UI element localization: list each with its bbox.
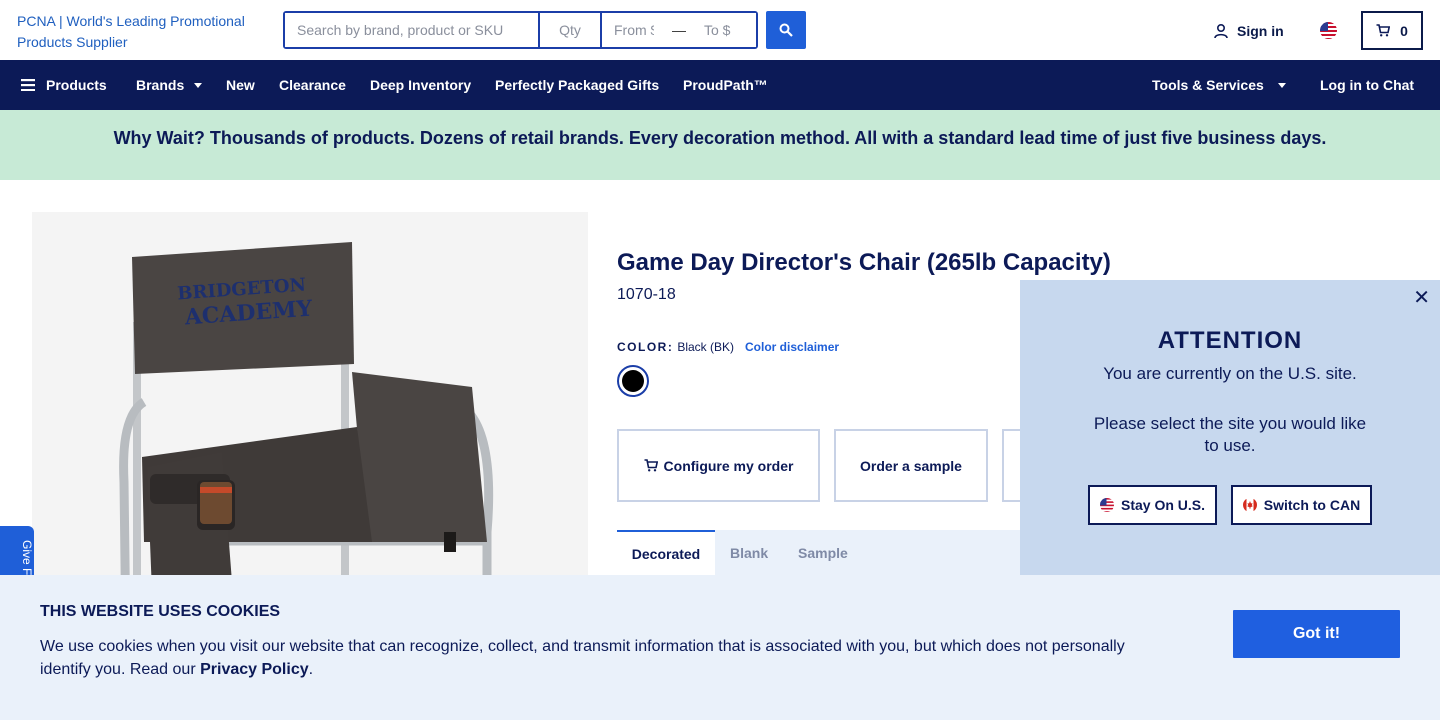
promo-text: Why Wait? Thousands of products. Dozens … [113, 127, 1327, 148]
color-label: COLOR: [617, 340, 674, 354]
search-input[interactable] [285, 13, 540, 47]
price-from-input[interactable] [602, 13, 666, 47]
sign-in-button[interactable]: Sign in [1213, 20, 1284, 42]
switch-can-button[interactable]: Switch to CAN [1231, 485, 1372, 525]
nav-products[interactable]: Products [21, 60, 107, 110]
main-nav: Products Brands New Clearance Deep Inven… [0, 60, 1440, 110]
switch-can-label: Switch to CAN [1263, 497, 1361, 513]
nav-brands[interactable]: Brands [136, 60, 203, 110]
chevron-down-icon [194, 82, 203, 88]
nav-tools-services[interactable]: Tools & Services [1152, 60, 1286, 110]
tab-decorated[interactable]: Decorated [617, 530, 715, 575]
chevron-down-icon [1277, 82, 1286, 88]
nav-new[interactable]: New [226, 60, 255, 110]
stay-us-button[interactable]: Stay On U.S. [1088, 485, 1217, 525]
nav-clearance[interactable]: Clearance [279, 60, 346, 110]
color-value: Black (BK) [677, 340, 735, 354]
order-sample-button[interactable]: Order a sample [834, 429, 988, 502]
price-to-input[interactable] [692, 13, 756, 47]
cookie-title: THIS WEBSITE USES COOKIES [40, 603, 281, 620]
attention-current-site: You are currently on the U.S. site. [1103, 364, 1357, 383]
cookie-text: We use cookies when you visit our websit… [40, 635, 1160, 681]
cookie-banner: THIS WEBSITE USES COOKIES We use cookies… [0, 575, 1440, 720]
nav-log-in-chat[interactable]: Log in to Chat [1320, 60, 1414, 110]
stay-us-label: Stay On U.S. [1120, 497, 1206, 513]
cart-button[interactable]: 0 [1361, 11, 1423, 50]
nav-proudpath[interactable]: ProudPath™ [683, 60, 768, 110]
nav-tools-services-label: Tools & Services [1152, 77, 1264, 93]
us-flag-icon[interactable] [1320, 22, 1337, 39]
swatch-fill [622, 370, 644, 392]
tab-sample[interactable]: Sample [798, 530, 848, 575]
canada-flag-icon [1242, 498, 1257, 512]
configure-order-button[interactable]: Configure my order [617, 429, 820, 502]
color-swatch-black[interactable] [617, 365, 649, 397]
configure-order-label: Configure my order [663, 457, 794, 474]
cart-count: 0 [1400, 22, 1408, 39]
attention-title: ATTENTION [1157, 327, 1303, 354]
close-icon[interactable]: ✕ [1413, 288, 1430, 308]
cookie-accept-button[interactable]: Got it! [1233, 610, 1400, 658]
menu-icon [21, 79, 35, 91]
nav-deep-inventory[interactable]: Deep Inventory [370, 60, 471, 110]
search-icon [779, 23, 793, 37]
promo-banner: Why Wait? Thousands of products. Dozens … [0, 110, 1440, 180]
privacy-policy-link[interactable]: Privacy Policy [200, 661, 309, 678]
us-flag-icon [1099, 498, 1114, 512]
nav-products-label: Products [46, 77, 107, 93]
cart-icon [644, 459, 658, 472]
nav-brands-label: Brands [136, 77, 185, 93]
product-sku: 1070-18 [617, 286, 676, 303]
product-title: Game Day Director's Chair (265lb Capacit… [617, 249, 1111, 276]
header: PCNA | World's Leading Promotional Produ… [0, 0, 1440, 60]
qty-input[interactable] [540, 13, 602, 47]
search-button[interactable] [766, 11, 806, 49]
price-range-dash: — [672, 22, 686, 38]
color-row: COLOR: Black (BK) Color disclaimer [617, 340, 839, 354]
sign-in-label: Sign in [1237, 23, 1284, 39]
attention-prompt: Please select the site you would like to… [1093, 414, 1367, 455]
nav-perfectly-packaged-gifts[interactable]: Perfectly Packaged Gifts [495, 60, 659, 110]
logo[interactable]: PCNA | World's Leading Promotional Produ… [17, 11, 277, 53]
site-selector-popup: ✕ ATTENTION You are currently on the U.S… [1020, 280, 1440, 575]
color-disclaimer-link[interactable]: Color disclaimer [745, 340, 839, 354]
user-icon [1214, 23, 1228, 39]
search-group: — [283, 11, 758, 49]
page: PCNA | World's Leading Promotional Produ… [0, 0, 1440, 720]
cookie-text-end: . [308, 661, 314, 678]
cart-icon [1376, 24, 1391, 37]
tab-blank[interactable]: Blank [730, 530, 768, 575]
